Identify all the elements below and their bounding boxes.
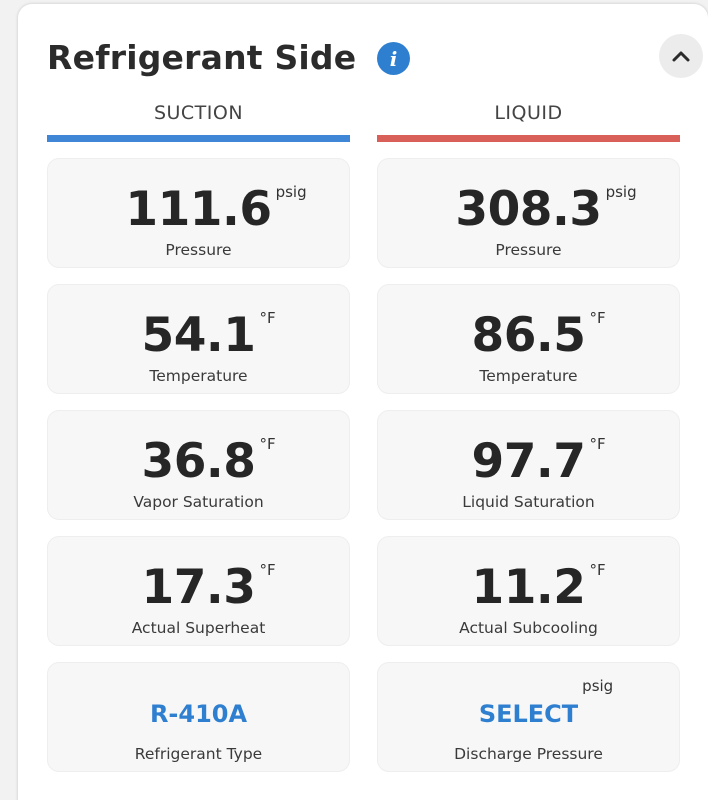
suction-pressure-label: Pressure <box>165 241 232 259</box>
suction-pressure-unit: psig <box>275 183 307 201</box>
vapor-saturation-label: Vapor Saturation <box>133 493 264 511</box>
refrigerant-side-panel: Refrigerant Side i SUCTION LIQUID 111.6 p… <box>18 4 708 800</box>
panel-title: Refrigerant Side <box>47 38 357 77</box>
actual-superheat-label: Actual Superheat <box>131 619 266 637</box>
liquid-bar <box>377 135 680 142</box>
liquid-saturation-label: Liquid Saturation <box>462 493 595 511</box>
liquid-temperature-label: Temperature <box>479 367 578 385</box>
liquid-temperature-unit: °F <box>589 309 606 327</box>
suction-temperature-label: Temperature <box>149 367 248 385</box>
discharge-pressure-unit: psig <box>582 677 614 695</box>
discharge-pressure-label: Discharge Pressure <box>454 745 603 763</box>
vapor-saturation-value: 36.8 °F <box>141 434 276 489</box>
liquid-saturation-tile[interactable]: 97.7 °F Liquid Saturation <box>377 410 680 520</box>
liquid-pressure-tile[interactable]: 308.3 psig Pressure <box>377 158 680 268</box>
refrigerant-type-tile[interactable]: R-410A Refrigerant Type <box>47 662 350 772</box>
actual-subcooling-value: 11.2 °F <box>471 560 606 615</box>
suction-pressure-value: 111.6 psig <box>125 182 307 237</box>
liquid-pressure-label: Pressure <box>495 241 562 259</box>
liquid-temperature-value: 86.5 °F <box>471 308 606 363</box>
suction-bar <box>47 135 350 142</box>
vapor-saturation-unit: °F <box>259 435 276 453</box>
panel-header: Refrigerant Side i <box>47 34 703 84</box>
suction-heading: SUCTION <box>153 102 244 124</box>
suction-temperature-unit: °F <box>259 309 276 327</box>
info-icon[interactable]: i <box>377 42 410 75</box>
actual-superheat-tile[interactable]: 17.3 °F Actual Superheat <box>47 536 350 646</box>
liquid-temperature-tile[interactable]: 86.5 °F Temperature <box>377 284 680 394</box>
actual-superheat-unit: °F <box>259 561 276 579</box>
chevron-up-icon <box>672 51 690 62</box>
suction-temperature-value: 54.1 °F <box>141 308 276 363</box>
liquid-saturation-value: 97.7 °F <box>471 434 606 489</box>
discharge-pressure-select[interactable]: SELECT psig <box>479 677 613 743</box>
suction-pressure-tile[interactable]: 111.6 psig Pressure <box>47 158 350 268</box>
actual-superheat-value: 17.3 °F <box>141 560 276 615</box>
collapse-button[interactable] <box>659 34 703 78</box>
actual-subcooling-label: Actual Subcooling <box>459 619 598 637</box>
actual-subcooling-tile[interactable]: 11.2 °F Actual Subcooling <box>377 536 680 646</box>
actual-subcooling-unit: °F <box>589 561 606 579</box>
refrigerant-type-label: Refrigerant Type <box>134 745 263 763</box>
refrigerant-type-value[interactable]: R-410A <box>150 685 247 743</box>
liquid-heading: LIQUID <box>494 102 563 124</box>
vapor-saturation-tile[interactable]: 36.8 °F Vapor Saturation <box>47 410 350 520</box>
liquid-pressure-unit: psig <box>605 183 637 201</box>
liquid-pressure-value: 308.3 psig <box>455 182 637 237</box>
liquid-saturation-unit: °F <box>589 435 606 453</box>
suction-temperature-tile[interactable]: 54.1 °F Temperature <box>47 284 350 394</box>
discharge-pressure-tile[interactable]: SELECT psig Discharge Pressure <box>377 662 680 772</box>
